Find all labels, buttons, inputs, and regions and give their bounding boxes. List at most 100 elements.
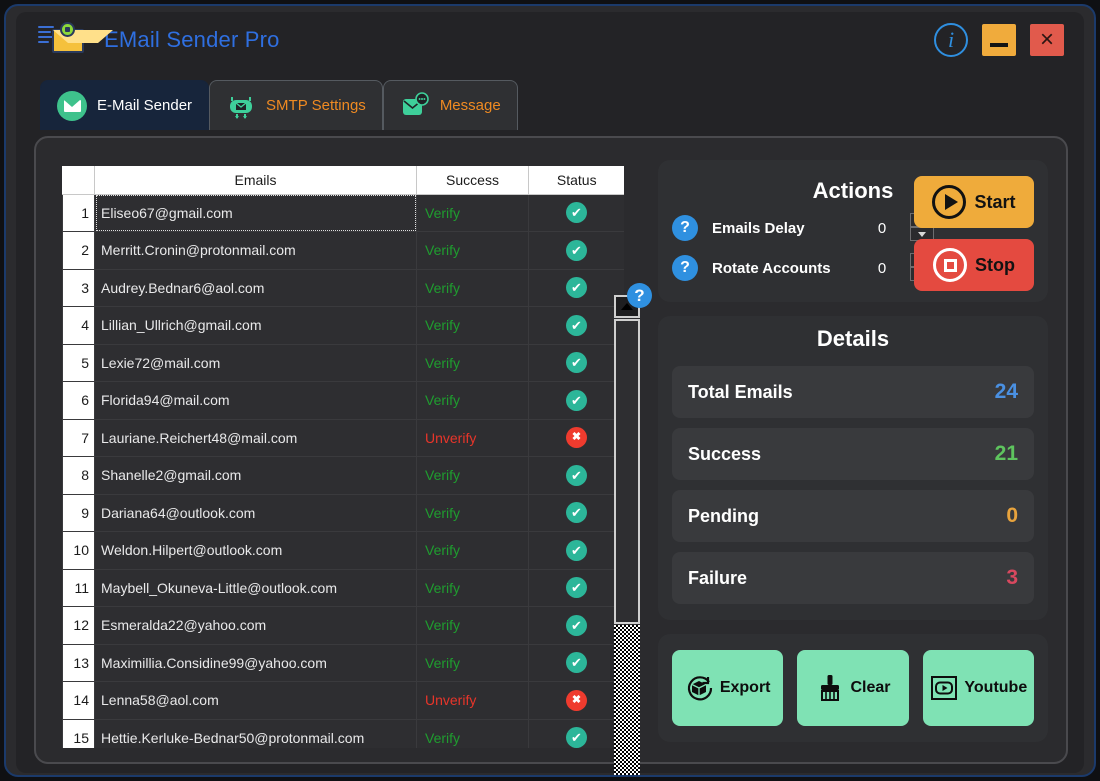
row-index: 12 bbox=[63, 607, 95, 645]
tab-message-label: Message bbox=[440, 97, 501, 114]
youtube-icon bbox=[929, 673, 959, 703]
success-cell[interactable]: Unverify bbox=[417, 419, 529, 457]
scrollbar-track[interactable] bbox=[614, 625, 640, 777]
youtube-button[interactable]: Youtube bbox=[923, 650, 1034, 726]
email-cell[interactable]: Esmeralda22@yahoo.com bbox=[95, 607, 417, 645]
email-cell[interactable]: Maybell_Okuneva-Little@outlook.com bbox=[95, 569, 417, 607]
check-icon: ✔ bbox=[566, 652, 587, 673]
help-circle-icon[interactable]: ? bbox=[627, 283, 652, 308]
status-cell: ✔ bbox=[529, 569, 625, 607]
email-cell[interactable]: Merritt.Cronin@protonmail.com bbox=[95, 232, 417, 270]
email-cell[interactable]: Hettie.Kerluke-Bednar50@protonmail.com bbox=[95, 719, 417, 748]
table-row[interactable]: 4Lillian_Ullrich@gmail.comVerify✔ bbox=[63, 307, 625, 345]
table-row[interactable]: 14Lenna58@aol.comUnverify✖ bbox=[63, 682, 625, 720]
detail-label: Pending bbox=[688, 506, 759, 527]
success-cell[interactable]: Verify bbox=[417, 382, 529, 420]
email-cell[interactable]: Weldon.Hilpert@outlook.com bbox=[95, 532, 417, 570]
row-index: 9 bbox=[63, 494, 95, 532]
rotate-accounts-help-icon[interactable]: ? bbox=[672, 255, 698, 281]
export-button-label: Export bbox=[720, 679, 771, 697]
rotate-accounts-value[interactable]: 0 bbox=[862, 260, 902, 277]
table-row[interactable]: 2Merritt.Cronin@protonmail.comVerify✔ bbox=[63, 232, 625, 270]
success-cell[interactable]: Verify bbox=[417, 644, 529, 682]
email-cell[interactable]: Eliseo67@gmail.com bbox=[95, 194, 417, 232]
app-window: EMail Sender Pro i × E-Mail Sender bbox=[4, 4, 1096, 777]
row-index: 5 bbox=[63, 344, 95, 382]
check-icon: ✔ bbox=[566, 540, 587, 561]
success-cell[interactable]: Verify bbox=[417, 194, 529, 232]
export-button[interactable]: Export bbox=[672, 650, 783, 726]
info-circle-icon[interactable]: i bbox=[934, 23, 968, 57]
table-row[interactable]: 10Weldon.Hilpert@outlook.comVerify✔ bbox=[63, 532, 625, 570]
brush-icon bbox=[815, 673, 845, 703]
stop-button[interactable]: Stop bbox=[914, 239, 1034, 291]
minimize-button[interactable] bbox=[982, 24, 1016, 56]
cross-icon: ✖ bbox=[566, 427, 587, 448]
scrollbar-thumb[interactable] bbox=[614, 319, 640, 624]
email-cell[interactable]: Lillian_Ullrich@gmail.com bbox=[95, 307, 417, 345]
detail-row: Total Emails24 bbox=[672, 366, 1034, 418]
success-cell[interactable]: Verify bbox=[417, 457, 529, 495]
status-cell: ✔ bbox=[529, 532, 625, 570]
clear-button-label: Clear bbox=[850, 679, 890, 697]
close-button[interactable]: × bbox=[1030, 24, 1064, 56]
detail-row: Pending 0 bbox=[672, 490, 1034, 542]
email-cell[interactable]: Lenna58@aol.com bbox=[95, 682, 417, 720]
table-row[interactable]: 12Esmeralda22@yahoo.comVerify✔ bbox=[63, 607, 625, 645]
window-controls: i × bbox=[934, 23, 1064, 57]
clear-button[interactable]: Clear bbox=[797, 650, 908, 726]
actions-card: Actions ? Emails Delay 0 ? Rotate Accoun… bbox=[658, 160, 1048, 302]
tools-card: Export Clear bbox=[658, 634, 1048, 742]
table-row[interactable]: 11Maybell_Okuneva-Little@outlook.comVeri… bbox=[63, 569, 625, 607]
table-row[interactable]: 6Florida94@mail.comVerify✔ bbox=[63, 382, 625, 420]
table-row[interactable]: 5Lexie72@mail.comVerify✔ bbox=[63, 344, 625, 382]
success-cell[interactable]: Verify bbox=[417, 569, 529, 607]
tab-email-sender-label: E-Mail Sender bbox=[97, 97, 192, 114]
emails-delay-label: Emails Delay bbox=[712, 220, 862, 237]
email-cell[interactable]: Florida94@mail.com bbox=[95, 382, 417, 420]
tab-message[interactable]: Message bbox=[383, 80, 518, 130]
status-cell: ✖ bbox=[529, 419, 625, 457]
email-cell[interactable]: Maximillia.Considine99@yahoo.com bbox=[95, 644, 417, 682]
success-cell[interactable]: Verify bbox=[417, 719, 529, 748]
tab-email-sender[interactable]: E-Mail Sender bbox=[40, 80, 209, 130]
row-index: 4 bbox=[63, 307, 95, 345]
success-cell[interactable]: Verify bbox=[417, 607, 529, 645]
emails-delay-value[interactable]: 0 bbox=[862, 220, 902, 237]
table-row[interactable]: 1Eliseo67@gmail.comVerify✔ bbox=[63, 194, 625, 232]
emails-table[interactable]: Emails Success Status 1Eliseo67@gmail.co… bbox=[62, 166, 624, 748]
email-cell[interactable]: Shanelle2@gmail.com bbox=[95, 457, 417, 495]
success-cell[interactable]: Verify bbox=[417, 494, 529, 532]
emails-scrollbar[interactable] bbox=[614, 295, 640, 777]
start-button[interactable]: Start bbox=[914, 176, 1034, 228]
email-cell[interactable]: Lexie72@mail.com bbox=[95, 344, 417, 382]
detail-value: 0 bbox=[1006, 504, 1018, 528]
table-row[interactable]: 15Hettie.Kerluke-Bednar50@protonmail.com… bbox=[63, 719, 625, 748]
success-cell[interactable]: Verify bbox=[417, 344, 529, 382]
success-cell[interactable]: Verify bbox=[417, 269, 529, 307]
tab-smtp-settings[interactable]: SMTP Settings bbox=[209, 80, 383, 130]
detail-value: 21 bbox=[995, 442, 1018, 466]
column-header-status: Status bbox=[529, 166, 625, 194]
emails-delay-help-icon[interactable]: ? bbox=[672, 215, 698, 241]
table-row[interactable]: 13Maximillia.Considine99@yahoo.comVerify… bbox=[63, 644, 625, 682]
row-index: 6 bbox=[63, 382, 95, 420]
content-panel: Emails Success Status 1Eliseo67@gmail.co… bbox=[34, 136, 1068, 764]
table-row[interactable]: 7Lauriane.Reichert48@mail.comUnverify✖ bbox=[63, 419, 625, 457]
success-cell[interactable]: Verify bbox=[417, 232, 529, 270]
status-cell: ✔ bbox=[529, 269, 625, 307]
email-cell[interactable]: Lauriane.Reichert48@mail.com bbox=[95, 419, 417, 457]
success-cell[interactable]: Verify bbox=[417, 307, 529, 345]
success-cell[interactable]: Verify bbox=[417, 532, 529, 570]
table-row[interactable]: 3Audrey.Bednar6@aol.comVerify✔ bbox=[63, 269, 625, 307]
email-cell[interactable]: Audrey.Bednar6@aol.com bbox=[95, 269, 417, 307]
success-cell[interactable]: Unverify bbox=[417, 682, 529, 720]
email-cell[interactable]: Dariana64@outlook.com bbox=[95, 494, 417, 532]
row-index: 8 bbox=[63, 457, 95, 495]
table-row[interactable]: 9Dariana64@outlook.comVerify✔ bbox=[63, 494, 625, 532]
table-header-row: Emails Success Status bbox=[63, 166, 625, 194]
stop-icon bbox=[933, 248, 967, 282]
status-cell: ✔ bbox=[529, 607, 625, 645]
table-row[interactable]: 8Shanelle2@gmail.comVerify✔ bbox=[63, 457, 625, 495]
detail-row: Success21 bbox=[672, 428, 1034, 480]
